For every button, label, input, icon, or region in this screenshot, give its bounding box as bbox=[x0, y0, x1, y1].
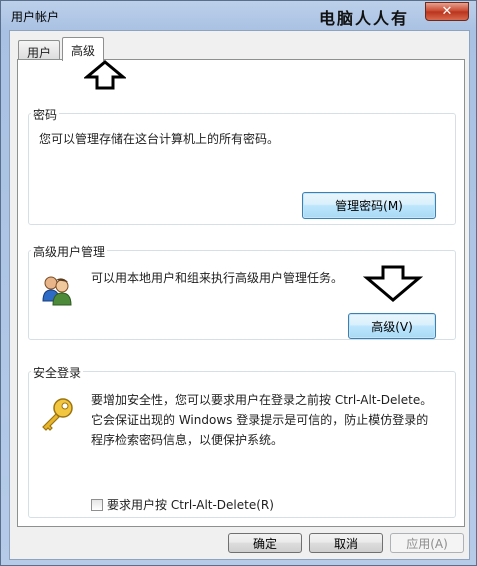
arrow-up-icon bbox=[84, 60, 126, 90]
tab-advanced[interactable]: 高级 bbox=[62, 37, 105, 61]
key-icon bbox=[42, 398, 73, 431]
passwords-group: 密码 您可以管理存储在这台计算机上的所有密码。 管理密码(M) bbox=[28, 106, 456, 225]
advanced-users-description: 可以用本地用户和组来执行高级用户管理任务。 bbox=[91, 271, 344, 285]
cancel-button[interactable]: 取消 bbox=[309, 533, 383, 553]
users-icon bbox=[42, 276, 72, 306]
close-button[interactable]: ✕ bbox=[425, 2, 469, 21]
manage-passwords-button[interactable]: 管理密码(M) bbox=[302, 192, 436, 219]
passwords-description: 您可以管理存储在这台计算机上的所有密码。 bbox=[39, 132, 280, 146]
advanced-button[interactable]: 高级(V) bbox=[348, 313, 436, 339]
secure-logon-description-3: 程序检索密码信息，以便保护系统。 bbox=[91, 433, 284, 447]
dialog-window: 用户帐户 电脑人人有 ✕ 用户 高级 密码 您可以管理存储在这台计算机上的所有密… bbox=[0, 0, 477, 566]
apply-button: 应用(A) bbox=[390, 533, 464, 553]
ok-button[interactable]: 确定 bbox=[228, 533, 302, 553]
arrow-down-icon bbox=[363, 265, 423, 302]
require-cad-checkbox[interactable] bbox=[91, 499, 103, 511]
secure-logon-description-1: 要增加安全性，您可以要求用户在登录之前按 Ctrl-Alt-Delete。 bbox=[91, 393, 433, 407]
window-title: 用户帐户 bbox=[11, 10, 60, 24]
advanced-tab-panel: 密码 您可以管理存储在这台计算机上的所有密码。 管理密码(M) 高级用户管理 可… bbox=[17, 59, 465, 527]
require-cad-label[interactable]: 要求用户按 Ctrl-Alt-Delete(R) bbox=[107, 495, 274, 515]
dialog-client-area: 用户 高级 密码 您可以管理存储在这台计算机上的所有密码。 管理密码(M) 高级… bbox=[9, 30, 470, 560]
secure-logon-group: 安全登录 要增加安全性，您可以要求用户在登录之前按 Ctrl-Alt-Delet… bbox=[28, 364, 456, 518]
close-icon: ✕ bbox=[441, 4, 453, 19]
passwords-group-label: 密码 bbox=[31, 106, 60, 123]
advanced-users-group-label: 高级用户管理 bbox=[31, 243, 108, 260]
tab-users[interactable]: 用户 bbox=[18, 40, 61, 60]
overlay-text: 电脑人人有 bbox=[319, 9, 410, 28]
secure-logon-group-label: 安全登录 bbox=[31, 364, 84, 381]
secure-logon-description-2: 它会保证出现的 Windows 登录提示是可信的，防止模仿登录的 bbox=[91, 413, 429, 427]
